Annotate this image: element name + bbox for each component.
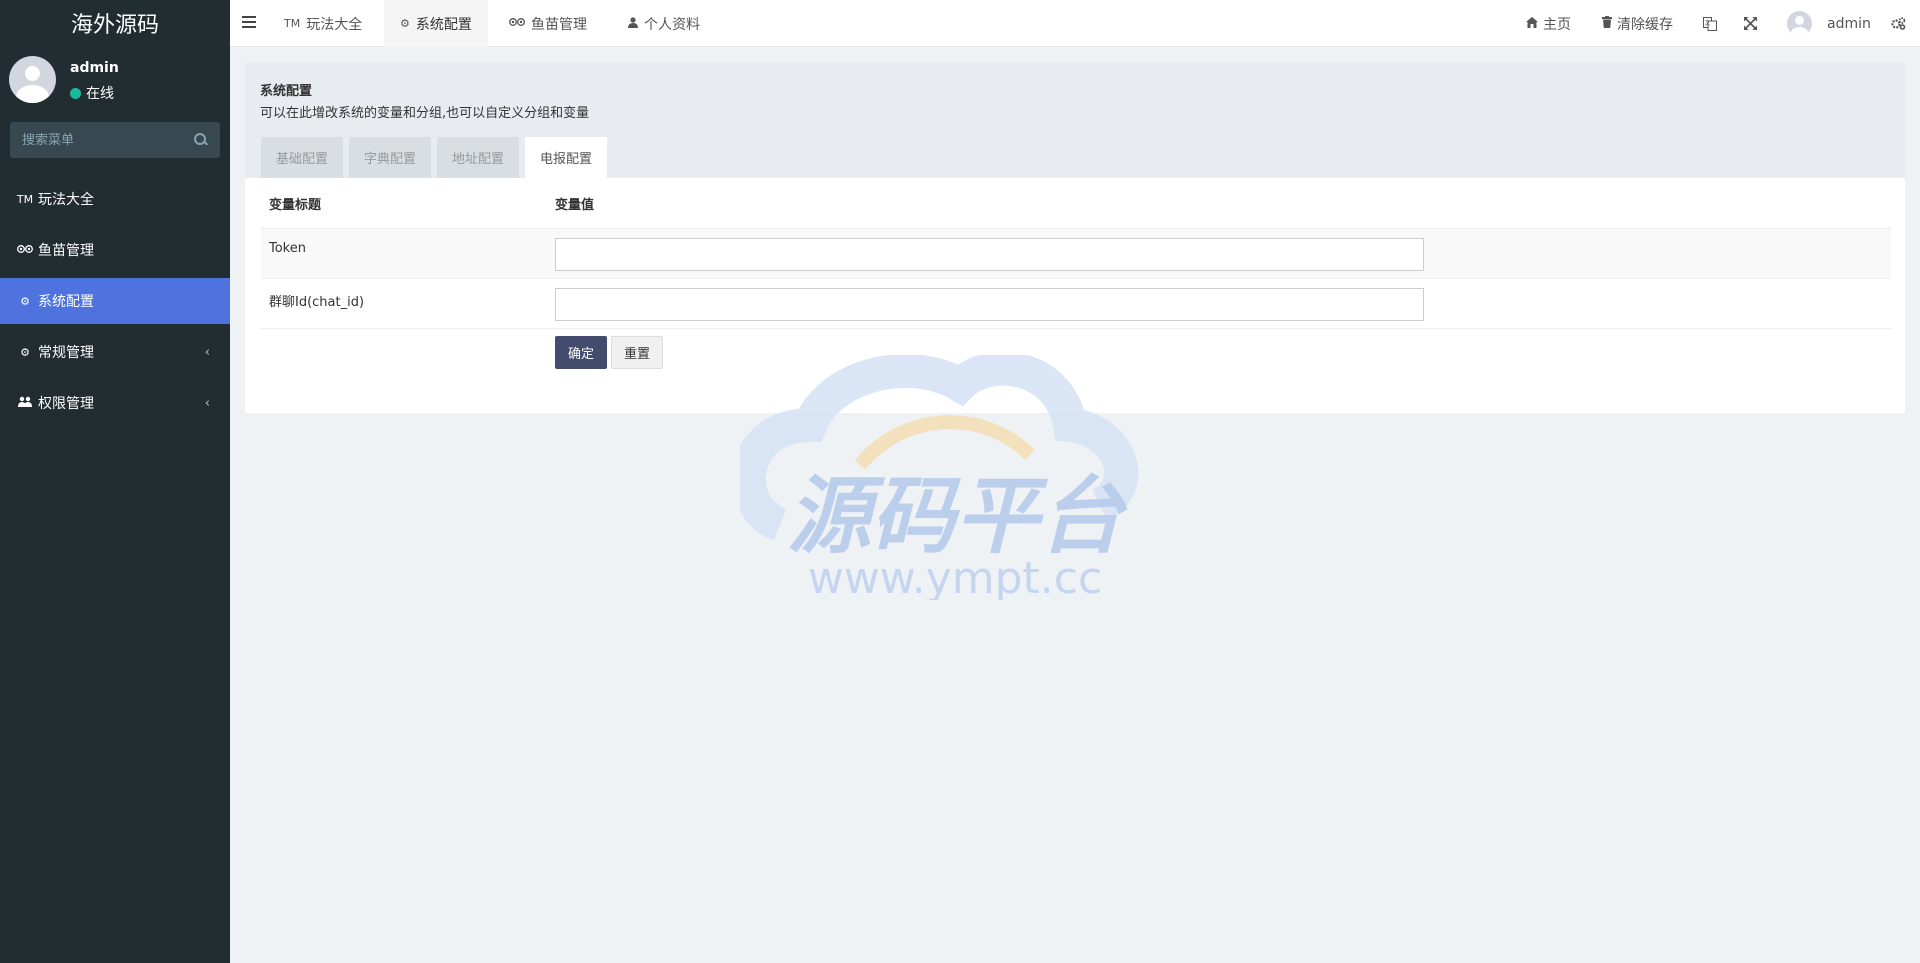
tab-telegram-config[interactable]: 电报配置 (525, 137, 608, 178)
avatar (1787, 11, 1812, 36)
sidebar-item-label: 鱼苗管理 (38, 243, 94, 259)
tab-system-config[interactable]: ⚙ 系统配置 (384, 0, 488, 47)
home-link[interactable]: 主页 (1526, 0, 1571, 47)
language-icon[interactable]: 文 (1703, 0, 1717, 47)
config-panel: 系统配置 可以在此增改系统的变量和分组,也可以自定义分组和变量 基础配置 字典配… (245, 63, 1905, 413)
tab-label: 系统配置 (415, 16, 472, 33)
clear-cache-label: 清除缓存 (1617, 16, 1673, 33)
chat-id-input[interactable] (555, 288, 1424, 321)
column-header-title: 变量标题 (269, 197, 322, 213)
sidebar-item-label: 玩法大全 (38, 192, 94, 208)
menu-search-input[interactable] (22, 132, 194, 148)
panel-heading: 系统配置 可以在此增改系统的变量和分组,也可以自定义分组和变量 基础配置 字典配… (245, 63, 1905, 178)
user-panel: admin 在线 (0, 46, 230, 118)
config-tabs: 基础配置 字典配置 地址配置 电报配置 (261, 137, 608, 178)
sidebar-item-general[interactable]: ⚙ 常规管理 ‹ (0, 329, 230, 375)
submit-button[interactable]: 确定 (555, 336, 608, 369)
watermark-url: www.ympt.cc (808, 553, 1102, 600)
clear-cache-button[interactable]: 清除缓存 (1602, 0, 1673, 47)
sidebar: 海外源码 admin 在线 TM 玩法大全 鱼苗管理 ⚙ 系统配置 ⚙ (0, 0, 230, 963)
config-table: 变量标题 变量值 Token 群聊Id(chat_id) 确定 重置 (261, 178, 1891, 379)
chevron-left-icon: ‹ (204, 345, 210, 360)
menu-search (10, 122, 220, 158)
user-menu-name: admin (1827, 15, 1871, 32)
tab-address-config[interactable]: 地址配置 (437, 137, 520, 178)
tripadvisor-icon (16, 244, 34, 257)
sidebar-item-yumiao[interactable]: 鱼苗管理 (0, 227, 230, 273)
user-status-label: 在线 (86, 86, 114, 102)
sidebar-item-label: 常规管理 (38, 345, 94, 361)
gear-icon: ⚙ (20, 294, 30, 308)
users-icon (16, 396, 34, 410)
tab-dictionary-config[interactable]: 字典配置 (349, 137, 432, 178)
reset-button[interactable]: 重置 (611, 336, 664, 369)
gears-icon: ⚙ (20, 345, 30, 359)
table-row: Token (261, 229, 1891, 279)
tab-label: 鱼苗管理 (531, 16, 587, 33)
tab-wanfa[interactable]: TM 玩法大全 (268, 0, 378, 47)
tm-icon: TM (16, 192, 34, 206)
gear-icon: ⚙ (400, 17, 410, 30)
home-label: 主页 (1543, 16, 1571, 33)
gears-icon[interactable] (1891, 0, 1906, 47)
top-navbar: TM 玩法大全 ⚙ 系统配置 鱼苗管理 个人资料 主页 清除缓存 文 admin (230, 0, 1920, 47)
watermark-text: 源码平台 (787, 467, 1128, 565)
search-icon[interactable] (194, 133, 208, 147)
field-label-token: Token (269, 241, 306, 256)
tripadvisor-icon (509, 17, 525, 30)
brand-logo[interactable]: 海外源码 (0, 0, 230, 46)
home-icon (1526, 16, 1538, 31)
user-icon (628, 16, 638, 31)
sidebar-item-system-config[interactable]: ⚙ 系统配置 (0, 278, 230, 324)
sidebar-item-wanfa[interactable]: TM 玩法大全 (0, 176, 230, 222)
token-input[interactable] (555, 238, 1424, 271)
tab-profile[interactable]: 个人资料 (612, 0, 716, 47)
tm-icon: TM (284, 17, 301, 30)
sidebar-item-permissions[interactable]: 权限管理 ‹ (0, 380, 230, 426)
sidebar-menu: TM 玩法大全 鱼苗管理 ⚙ 系统配置 ⚙ 常规管理 ‹ 权限管理 ‹ (0, 176, 230, 431)
trash-icon (1602, 16, 1612, 31)
sidebar-toggle-icon[interactable] (242, 16, 256, 28)
avatar (9, 56, 56, 103)
tab-yumiao[interactable]: 鱼苗管理 (493, 0, 603, 47)
field-label-chat-id: 群聊Id(chat_id) (269, 295, 365, 310)
tab-label: 个人资料 (644, 16, 700, 33)
tab-basic-config[interactable]: 基础配置 (261, 137, 344, 178)
chevron-left-icon: ‹ (204, 396, 210, 411)
column-header-value: 变量值 (555, 197, 595, 213)
user-name: admin (70, 60, 119, 76)
svg-text:文: 文 (1705, 19, 1711, 27)
table-row: 群聊Id(chat_id) (261, 279, 1891, 329)
online-status-icon (70, 87, 81, 99)
sidebar-item-label: 系统配置 (38, 294, 94, 310)
tab-label: 玩法大全 (306, 16, 363, 33)
form-actions: 确定 重置 (261, 329, 1891, 379)
page-description: 可以在此增改系统的变量和分组,也可以自定义分组和变量 (260, 106, 590, 121)
user-status: 在线 (70, 83, 114, 103)
sidebar-item-label: 权限管理 (38, 396, 94, 412)
fullscreen-icon[interactable] (1744, 0, 1757, 47)
user-menu[interactable]: admin (1787, 0, 1871, 47)
table-header: 变量标题 变量值 (261, 178, 1891, 229)
page-title: 系统配置 (260, 84, 313, 99)
